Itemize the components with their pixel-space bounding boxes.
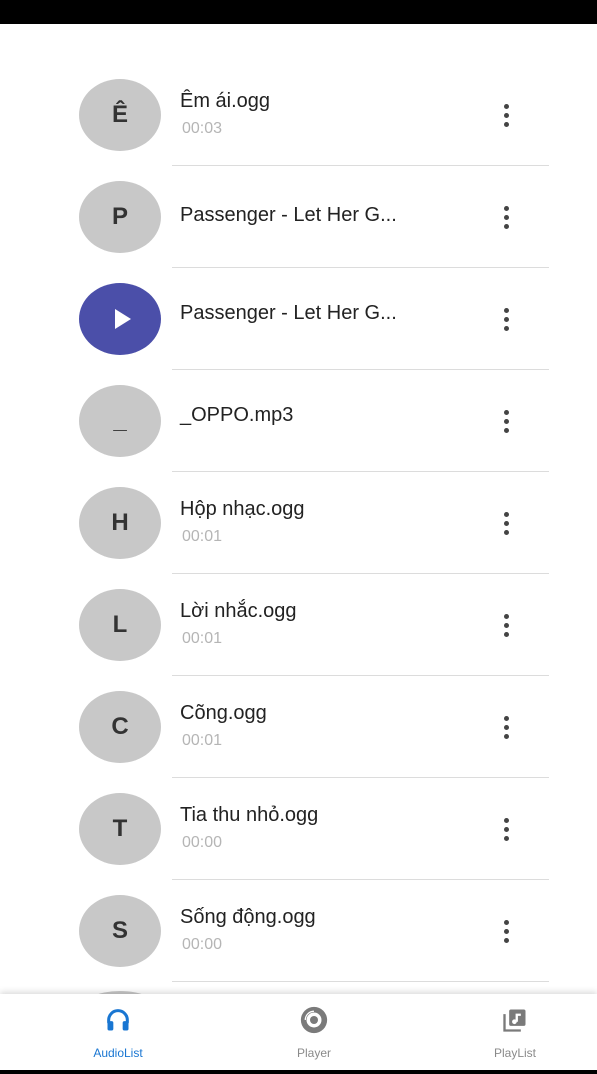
track-title: Passenger - Let Her G... [180,302,397,324]
more-options-icon[interactable] [494,812,518,846]
list-item[interactable]: _ _OPPO.mp3 [0,370,597,472]
track-avatar: _ [79,385,161,457]
more-options-icon[interactable] [494,506,518,540]
track-avatar: H [79,487,161,559]
nav-playlist[interactable]: PlayList [455,994,575,1070]
list-item[interactable]: T Tia thu nhỏ.ogg 00:00 [0,778,597,880]
track-avatar: L [79,589,161,661]
track-duration: 00:03 [182,120,223,137]
track-title: Hộp nhạc.ogg [180,498,305,520]
nav-audiolist[interactable]: AudioList [58,994,178,1070]
more-options-icon[interactable] [494,404,518,438]
track-title: Lời nhắc.ogg [180,600,297,622]
bottom-navigation: AudioList Player PlayList [0,994,597,1074]
track-avatar: S [79,895,161,967]
more-options-icon[interactable] [494,200,518,234]
more-options-icon[interactable] [494,608,518,642]
playlist-icon [499,1004,531,1036]
play-icon [114,309,131,329]
track-duration: 00:01 [182,630,223,647]
nav-label: AudioList [93,1046,143,1060]
track-avatar: C [79,691,161,763]
track-title: Cõng.ogg [180,702,267,724]
track-avatar: P [79,181,161,253]
play-button[interactable] [79,283,161,355]
track-avatar: T [79,793,161,865]
track-avatar: Ê [79,79,161,151]
nav-player[interactable]: Player [254,994,374,1070]
track-title: Sống động.ogg [180,906,316,928]
nav-label: Player [296,1046,331,1060]
more-options-icon[interactable] [494,98,518,132]
disc-icon [298,1004,330,1036]
track-duration: 00:00 [182,936,223,953]
list-item-playing[interactable]: Passenger - Let Her G... [0,268,597,370]
audio-list: Ê Êm ái.ogg 00:03 P Passenger - Let Her … [0,64,597,982]
more-options-icon[interactable] [494,914,518,948]
track-title: Êm ái.ogg [180,90,271,112]
headphones-icon [102,1004,134,1036]
bottom-edge [0,1070,597,1074]
list-item[interactable]: L Lời nhắc.ogg 00:01 [0,574,597,676]
list-item[interactable]: P Passenger - Let Her G... [0,166,597,268]
list-item[interactable]: H Hộp nhạc.ogg 00:01 [0,472,597,574]
track-duration: 00:00 [182,834,223,851]
list-item[interactable]: S Sống động.ogg 00:00 [0,880,597,982]
list-item[interactable]: Ê Êm ái.ogg 00:03 [0,64,597,166]
status-bar [0,0,597,24]
track-title: Passenger - Let Her G... [180,204,397,226]
track-duration: 00:01 [182,732,223,749]
more-options-icon[interactable] [494,710,518,744]
list-item[interactable]: C Cõng.ogg 00:01 [0,676,597,778]
track-duration: 00:01 [182,528,223,545]
track-title: _OPPO.mp3 [180,404,294,426]
divider [172,981,549,982]
nav-label: PlayList [493,1046,537,1060]
track-title: Tia thu nhỏ.ogg [180,804,319,826]
more-options-icon[interactable] [494,302,518,336]
